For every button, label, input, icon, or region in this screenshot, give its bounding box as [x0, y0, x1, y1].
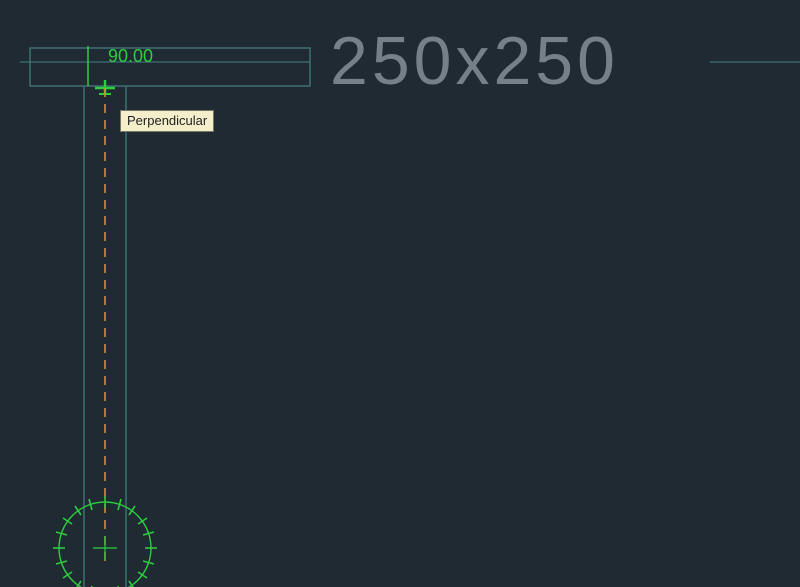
beam-outline — [30, 48, 310, 86]
polar-angle-readout: 90.00 — [108, 46, 153, 67]
osnap-tooltip: Perpendicular — [120, 110, 214, 132]
dimension-text: 250x250 — [330, 22, 619, 100]
cad-drawing-canvas[interactable]: 250x250 90.00 Perpendicular — [0, 0, 800, 587]
